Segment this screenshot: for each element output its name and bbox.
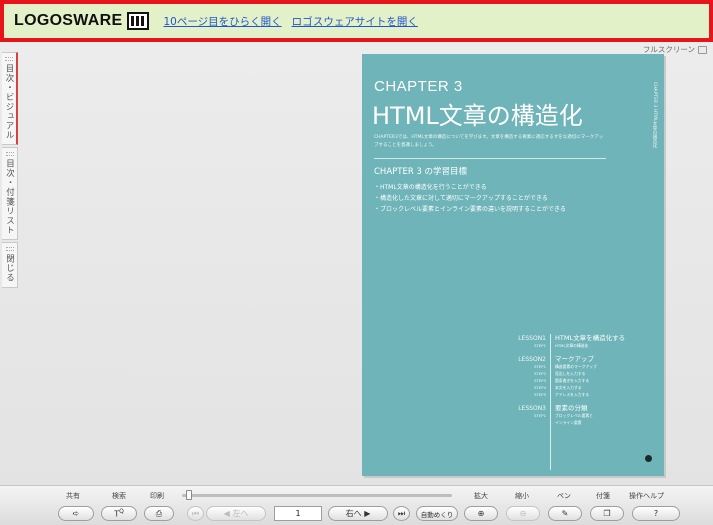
link-open-text: 開く bbox=[260, 15, 282, 28]
page-dot-icon bbox=[645, 455, 652, 462]
help-label: 操作ヘルプ bbox=[629, 492, 664, 500]
chapter-title: HTML文章の構造化 bbox=[372, 102, 583, 130]
print-label: 印刷 bbox=[150, 492, 164, 500]
header-bar: LOGOSWARE 10ページ目をひらく開く ロゴスウェアサイトを開く bbox=[0, 0, 713, 42]
tab-toc-sticky-label: 目次・付箋リスト bbox=[4, 159, 15, 235]
open-page-10-link[interactable]: 10ページ目をひらく開く bbox=[163, 14, 281, 29]
lesson-divider bbox=[550, 334, 551, 470]
first-page-button[interactable]: ⏮ bbox=[187, 506, 204, 521]
goal-item: ・構造化した文章に対して適切にマークアップすることができる bbox=[374, 195, 548, 202]
divider bbox=[374, 158, 606, 159]
last-page-button[interactable]: ⏭ bbox=[393, 506, 410, 521]
lesson-key: LESSON1 bbox=[518, 335, 546, 342]
step-text: HTML文章の構造化 bbox=[555, 343, 589, 348]
lesson-2: LESSON2 マークアップ STEP1 構造要素のマークアップ STEP2 見出しを… bbox=[504, 353, 654, 398]
step-key: STEP1 bbox=[534, 343, 546, 348]
sticky-note-icon: ❐ bbox=[603, 509, 611, 518]
tab-close[interactable]: 閉じる bbox=[2, 242, 18, 288]
grip-icon bbox=[5, 247, 14, 251]
lesson-1: LESSON1 HTML文章を構造化する STEP1 HTML文章の構造化 bbox=[504, 332, 654, 349]
lesson-title: HTML文章を構造化する bbox=[555, 334, 626, 342]
bottom-toolbar: 共有 検索 印刷 拡大 縮小 ペン 付箋 操作ヘルプ ➪ TQ ⎙ ⏮ ◀ 左へ… bbox=[0, 485, 713, 525]
auto-flip-button[interactable]: 自動めくり bbox=[416, 506, 458, 521]
next-page-button[interactable]: 右へ ▶ bbox=[328, 506, 388, 521]
step-key: STEP1 bbox=[534, 413, 546, 418]
zoom-in-label: 拡大 bbox=[474, 492, 488, 500]
goals-list: ・HTML文章の構造化を行うことができる ・構造化した文章に対して適切にマークア… bbox=[374, 182, 566, 215]
grip-icon bbox=[5, 57, 13, 61]
zoom-in-button[interactable]: ⊕ bbox=[464, 506, 498, 521]
step-key: STEP2 bbox=[534, 371, 546, 376]
page-slider-handle[interactable] bbox=[186, 490, 192, 500]
page-slider-track[interactable] bbox=[182, 494, 452, 497]
pen-label: ペン bbox=[557, 492, 571, 500]
help-button[interactable]: ? bbox=[632, 506, 680, 521]
lesson-key: LESSON3 bbox=[518, 405, 546, 412]
prev-label: 左へ bbox=[232, 509, 249, 518]
step-key: STEP1 bbox=[534, 364, 546, 369]
lesson-title: 要素の分類 bbox=[555, 404, 588, 412]
tab-close-label: 閉じる bbox=[4, 254, 15, 283]
sticky-label: 付箋 bbox=[596, 492, 610, 500]
lesson-title: マークアップ bbox=[555, 355, 594, 363]
goal-item: ・HTML文章の構造化を行うことができる bbox=[374, 184, 487, 191]
plus-icon: ⊕ bbox=[477, 509, 485, 518]
search-label: 検索 bbox=[112, 492, 126, 500]
step-key: STEP4 bbox=[534, 385, 546, 390]
step-key: STEP3 bbox=[534, 378, 546, 383]
step-key: STEP5 bbox=[534, 392, 546, 397]
step-text: ブロックレベル要素と bbox=[555, 413, 593, 418]
zoom-out-button[interactable]: ⊖ bbox=[506, 506, 540, 521]
step-text: 見出しを入力する bbox=[555, 371, 586, 376]
tab-toc-visual[interactable]: 目次・ビジュアル bbox=[2, 52, 18, 145]
prev-page-button[interactable]: ◀ 左へ bbox=[206, 506, 266, 521]
book-page[interactable]: CHAPTER 3 HTML文章の構造化 CHAPTER 3 HTML文章の構造… bbox=[362, 54, 664, 476]
tab-toc-visual-label: 目次・ビジュアル bbox=[4, 64, 14, 140]
sticky-button[interactable]: ❐ bbox=[590, 506, 624, 521]
logo-text: LOGOSWARE bbox=[14, 12, 123, 29]
last-page-icon: ⏭ bbox=[397, 508, 406, 518]
question-icon: ? bbox=[653, 509, 659, 518]
pen-icon: ✎ bbox=[561, 509, 569, 518]
step-text: アドレスを入力する bbox=[555, 392, 590, 397]
side-tabs: 目次・ビジュアル 目次・付箋リスト 閉じる bbox=[2, 52, 18, 290]
zoom-out-label: 縮小 bbox=[515, 492, 529, 500]
step-text: インライン要素 bbox=[555, 420, 582, 425]
search-icon: TQ bbox=[114, 508, 124, 519]
print-icon: ⎙ bbox=[155, 508, 163, 518]
logo: LOGOSWARE bbox=[14, 12, 150, 30]
step-text: 箇条書きを入力する bbox=[555, 378, 590, 383]
logo-mark-icon bbox=[127, 12, 150, 30]
goal-item: ・ブロックレベル要素とインライン要素の違いを説明することができる bbox=[374, 206, 566, 213]
share-button[interactable]: ➪ bbox=[58, 506, 94, 521]
next-label: 右へ bbox=[345, 509, 362, 518]
lesson-list: LESSON1 HTML文章を構造化する STEP1 HTML文章の構造化 LESS… bbox=[504, 332, 654, 470]
grip-icon bbox=[5, 152, 14, 156]
minus-icon: ⊖ bbox=[519, 509, 527, 518]
next-icon: ▶ bbox=[364, 509, 371, 518]
tab-toc-sticky[interactable]: 目次・付箋リスト bbox=[2, 147, 18, 240]
open-site-link[interactable]: ロゴスウェアサイトを開く bbox=[292, 14, 418, 29]
first-page-icon: ⏮ bbox=[191, 508, 200, 518]
chapter-label: CHAPTER 3 bbox=[374, 78, 463, 95]
share-icon: ➪ bbox=[72, 509, 80, 518]
step-text: 本文を入力する bbox=[555, 385, 582, 390]
print-button[interactable]: ⎙ bbox=[144, 506, 174, 521]
share-label: 共有 bbox=[66, 492, 80, 500]
fullscreen-icon bbox=[698, 45, 707, 54]
lesson-key: LESSON2 bbox=[518, 356, 546, 363]
link-page10-text: 10ページ目をひらく bbox=[163, 15, 261, 28]
chapter-intro: CHAPTER3では、HTML文章の構造についてを学びます。文章を構造する要素に… bbox=[374, 135, 604, 148]
pen-button[interactable]: ✎ bbox=[548, 506, 582, 521]
page-number-input[interactable]: 1 bbox=[274, 506, 322, 521]
spine-text: CHAPTER 3 HTML文章の構造化 bbox=[652, 82, 657, 149]
goals-title: CHAPTER 3 の学習目標 bbox=[374, 167, 468, 177]
lesson-3: LESSON3 要素の分類 STEP1 ブロックレベル要素と インライン要素 bbox=[504, 402, 654, 426]
search-button[interactable]: TQ bbox=[101, 506, 137, 521]
step-text: 構造要素のマークアップ bbox=[555, 364, 597, 369]
prev-icon: ◀ bbox=[223, 509, 230, 518]
